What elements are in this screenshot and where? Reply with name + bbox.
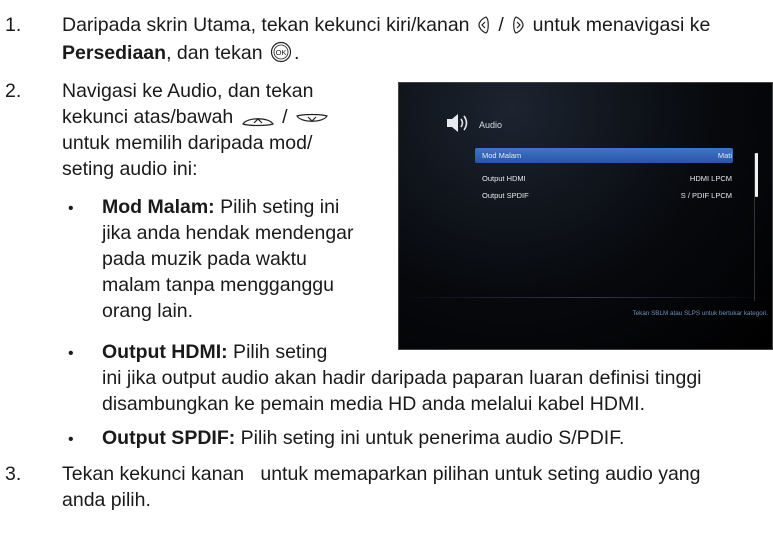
up-arrow-key-icon xyxy=(241,113,275,127)
divider xyxy=(399,297,772,298)
step-number-3: 3. xyxy=(5,463,22,485)
setting-row-label[interactable]: Output HDMI xyxy=(482,171,526,186)
setting-row-value: Mati xyxy=(717,151,732,160)
speaker-icon xyxy=(445,111,471,140)
setting-row-value: S / PDIF LPCM xyxy=(680,191,732,200)
step-2-line-1: Navigasi ke Audio, dan tekan xyxy=(62,80,314,102)
setting-row-label[interactable]: Mod Malam xyxy=(482,148,521,163)
bullet-mod-malam-line-4: malam tanpa mengganggu xyxy=(102,274,334,296)
step-1-text-a: Daripada skrin Utama, tekan kekunci kiri… xyxy=(62,14,470,36)
right-arrow-key-icon xyxy=(511,15,525,35)
bullet-output-spdif-line-1: Output SPDIF: Pilih seting ini untuk pen… xyxy=(102,425,624,451)
step-2-line-3: untuk memilih daripada mod/ xyxy=(62,132,313,154)
step-3-line-1: Tekan kekunci kanan untuk memaparkan pil… xyxy=(62,463,701,485)
bullet-output-hdmi-line-1: Output HDMI: Pilih seting xyxy=(102,339,327,365)
bullet-mod-malam-line-1: Mod Malam: Pilih seting ini xyxy=(102,194,339,220)
bullet-output-hdmi-line-3: disambungkan ke pemain media HD anda mel… xyxy=(102,393,646,415)
step-1-end: . xyxy=(293,42,300,64)
step-1-sep: / xyxy=(498,14,504,36)
step-2-line-2: kekunci atas/bawah / xyxy=(62,104,331,130)
step-number-2: 2. xyxy=(5,80,22,102)
step-1-line-2: Persediaan, dan tekan OK . xyxy=(62,40,299,66)
step-1-text-b: untuk menavigasi ke xyxy=(532,14,711,36)
step-2-line-4: seting audio ini: xyxy=(62,158,198,180)
bullet-text: Pilih seting ini untuk penerima audio S/… xyxy=(235,427,625,449)
help-hint: Tekan SBLM atau SLPS untuk bertukar kate… xyxy=(632,310,768,317)
step-number-1: 1. xyxy=(5,14,22,36)
left-arrow-key-icon xyxy=(477,15,491,35)
step-1-text-c: , dan tekan xyxy=(166,42,263,64)
screen-title: Audio xyxy=(479,120,503,130)
bullet-marker: • xyxy=(68,345,74,362)
scrollbar-thumb[interactable] xyxy=(755,153,758,197)
bullet-mod-malam-line-5: orang lain. xyxy=(102,300,194,322)
bullet-output-hdmi-line-2: ini jika output audio akan hadir daripad… xyxy=(102,367,702,389)
step-2-text-updown: kekunci atas/bawah xyxy=(62,106,234,128)
bullet-marker: • xyxy=(68,431,74,448)
step-3-line-2: anda pilih. xyxy=(62,489,151,511)
audio-settings-screenshot: Audio Mod Malam Mati Output HDMI HDMI LP… xyxy=(398,82,773,350)
bullet-text: Pilih seting ini xyxy=(214,196,340,218)
step-1-line-1: Daripada skrin Utama, tekan kekunci kiri… xyxy=(62,12,710,38)
setting-row-label[interactable]: Output SPDIF xyxy=(482,188,529,203)
step-2-sep: / xyxy=(282,106,288,128)
bullet-mod-malam-line-2: jika anda hendak mendengar xyxy=(102,222,354,244)
bullet-term: Mod Malam: xyxy=(102,196,215,218)
setting-row-value: HDMI LPCM xyxy=(689,174,732,183)
bullet-term: Output HDMI: xyxy=(102,341,228,363)
bullet-marker: • xyxy=(68,200,74,217)
svg-text:OK: OK xyxy=(276,48,287,57)
down-arrow-key-icon xyxy=(295,113,329,127)
ok-button-icon: OK xyxy=(270,41,292,63)
step-1-bold-term: Persediaan xyxy=(62,42,167,64)
bullet-term: Output SPDIF: xyxy=(102,427,236,449)
bullet-text: Pilih seting xyxy=(227,341,328,363)
bullet-mod-malam-line-3: pada muzik pada waktu xyxy=(102,248,307,270)
